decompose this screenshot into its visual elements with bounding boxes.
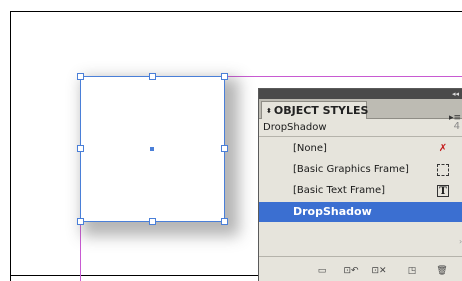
- no-style-x-icon: ✗: [438, 143, 448, 154]
- document-canvas[interactable]: ◂◂ ⬍ OBJECT STYLES ▸≡ DropShadow 4 [None]…: [0, 0, 462, 281]
- current-style-indicator-icon: 4: [453, 121, 460, 132]
- panel-tab-strip: ⬍ OBJECT STYLES ▸≡: [259, 99, 462, 123]
- new-style-group-button[interactable]: ▭: [315, 265, 329, 277]
- panel-titlebar[interactable]: ◂◂: [259, 89, 462, 99]
- resize-handle-left[interactable]: [77, 145, 84, 152]
- page-edge-left: [10, 11, 11, 281]
- tab-object-styles[interactable]: ⬍ OBJECT STYLES: [261, 101, 369, 119]
- resize-handle-bottom-left[interactable]: [77, 218, 84, 225]
- style-label: DropShadow: [293, 205, 372, 218]
- list-item[interactable]: [Basic Text Frame] T: [263, 181, 459, 201]
- list-item-selected[interactable]: DropShadow: [259, 202, 462, 222]
- text-frame-icon: T: [437, 185, 449, 197]
- object-styles-panel: ◂◂ ⬍ OBJECT STYLES ▸≡ DropShadow 4 [None]…: [258, 88, 462, 281]
- resize-handle-top-left[interactable]: [77, 73, 84, 80]
- styles-list: [None] ✗ [Basic Graphics Frame] [Basic T…: [259, 136, 462, 254]
- clear-overrides-button[interactable]: ⊡↶: [341, 265, 361, 277]
- delete-style-button[interactable]: 🗑: [435, 265, 449, 277]
- frame-center-point[interactable]: [150, 147, 154, 151]
- panel-bottom-bar: ▭ ⊡↶ ⊡✕ ◳ 🗑: [259, 256, 462, 281]
- resize-handle-bottom[interactable]: [149, 218, 156, 225]
- resize-handle-top-right[interactable]: [221, 73, 228, 80]
- style-label: [None]: [293, 143, 327, 154]
- list-item[interactable]: [Basic Graphics Frame]: [263, 160, 459, 180]
- new-style-button[interactable]: ◳: [405, 265, 419, 277]
- graphics-frame-icon: [437, 164, 449, 176]
- tab-label: OBJECT STYLES: [273, 104, 369, 117]
- collapse-panel-icon[interactable]: ◂◂: [452, 89, 459, 99]
- resize-handle-right[interactable]: [221, 145, 228, 152]
- style-label: [Basic Text Frame]: [293, 185, 386, 196]
- list-item[interactable]: [None] ✗: [263, 139, 459, 159]
- tab-arrows-icon: ⬍: [266, 107, 272, 115]
- current-style-name: DropShadow: [263, 122, 327, 133]
- style-label: [Basic Graphics Frame]: [293, 164, 409, 175]
- page-edge-top: [10, 11, 462, 12]
- resize-handle-bottom-right[interactable]: [221, 218, 228, 225]
- clear-attributes-button[interactable]: ⊡✕: [369, 265, 389, 277]
- resize-handle-top[interactable]: [149, 73, 156, 80]
